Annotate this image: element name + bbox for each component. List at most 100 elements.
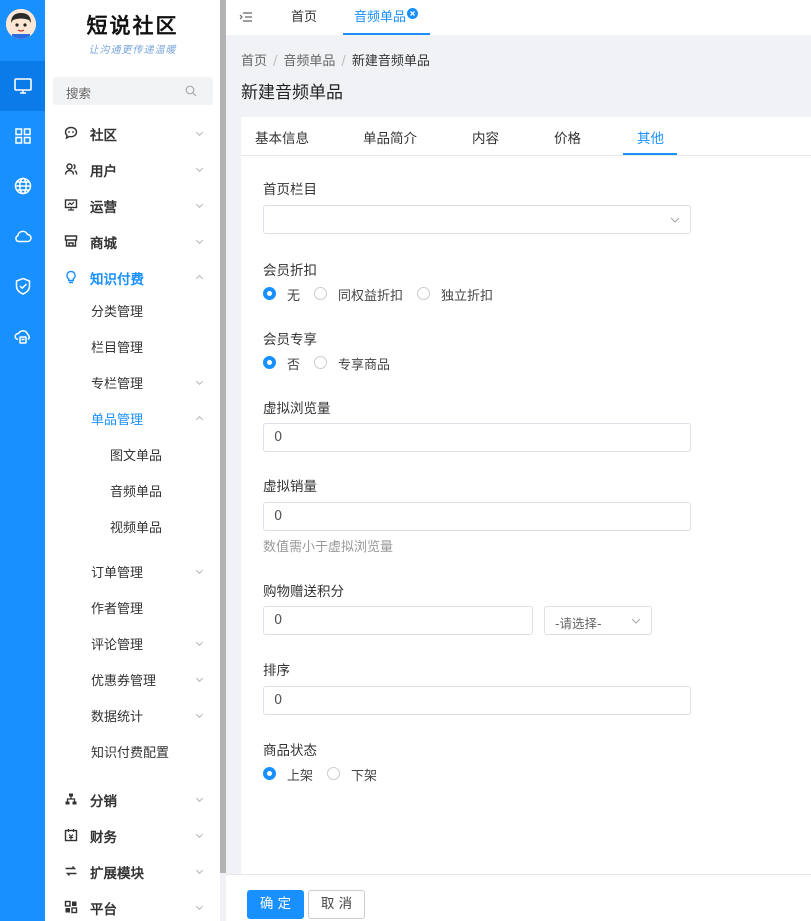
submenu-single-item-label: 单品管理 — [91, 413, 144, 428]
submenu-statistics[interactable]: 数据统计 — [45, 697, 220, 733]
home-column-select[interactable] — [263, 205, 691, 234]
logo-title: 短说社区 — [86, 13, 179, 38]
submenu-audio-item-label: 音频单品 — [110, 485, 163, 500]
chevron-up-icon — [195, 415, 204, 421]
menu-users[interactable]: 用户 — [45, 151, 220, 187]
breadcrumb-home[interactable]: 首页 — [241, 54, 267, 69]
radio-label: 无 — [287, 289, 301, 304]
chevron-down-icon — [195, 380, 204, 386]
submenu-config-label: 知识付费配置 — [91, 746, 170, 761]
chevron-down-icon — [195, 203, 204, 209]
submenu-category[interactable]: 分类管理 — [45, 292, 220, 328]
radio-dot — [314, 356, 327, 369]
points-input[interactable]: 0 — [263, 606, 533, 635]
menu-operations-label: 运营 — [90, 200, 117, 216]
chevron-down-icon — [195, 131, 204, 137]
virtual-views-input[interactable]: 0 — [263, 423, 691, 452]
menu-extensions[interactable]: 扩展模块 — [45, 853, 220, 889]
submenu-coupons[interactable]: 优惠券管理 — [45, 661, 220, 697]
submenu-column-label: 栏目管理 — [91, 341, 144, 356]
submenu-coupons-label: 优惠券管理 — [91, 674, 157, 689]
submenu-column[interactable]: 栏目管理 — [45, 328, 220, 364]
submenu-graphic-item[interactable]: 图文单品 — [45, 436, 220, 472]
monitor-chart-icon — [64, 199, 78, 211]
page-title: 新建音频单品 — [241, 83, 343, 103]
rail-grid-icon[interactable] — [0, 111, 45, 161]
form-tab-intro[interactable]: 单品简介 — [363, 127, 417, 147]
points-type-placeholder: -请选择- — [555, 616, 602, 631]
points-type-select[interactable]: -请选择- — [544, 606, 652, 635]
search-placeholder: 搜索 — [66, 86, 92, 101]
radio-label: 上架 — [287, 769, 314, 784]
submenu-authors-label: 作者管理 — [91, 602, 144, 617]
avatar[interactable] — [6, 9, 36, 39]
virtual-sales-label: 虚拟销量 — [263, 479, 317, 495]
submenu-audio-item[interactable]: 音频单品 — [45, 472, 220, 508]
submenu-single-item[interactable]: 单品管理 — [45, 400, 220, 436]
submenu-comments[interactable]: 评论管理 — [45, 625, 220, 661]
submenu-config[interactable]: 知识付费配置 — [45, 733, 220, 769]
virtual-sales-value: 0 — [274, 509, 283, 524]
submenu-category-label: 分类管理 — [91, 305, 144, 320]
menu-community-label: 社区 — [90, 128, 117, 144]
form-tab-price[interactable]: 价格 — [554, 127, 581, 147]
sidebar: 短说社区 让沟通更传递温暖 搜索 社区 用户 运营 商城 知识付费 分类管理 栏… — [45, 0, 226, 921]
rail-cloud-icon[interactable] — [0, 211, 45, 261]
form-tab-basic[interactable]: 基本信息 — [255, 127, 309, 147]
radio-label: 否 — [287, 358, 301, 373]
logo: 短说社区 让沟通更传递温暖 — [45, 0, 220, 70]
rail-globe-icon[interactable] — [0, 161, 45, 211]
member-exclusive-label: 会员专享 — [263, 332, 317, 348]
tab-audio-item[interactable]: 音频单品 — [343, 0, 430, 35]
menu-finance[interactable]: 财务 — [45, 817, 220, 853]
tab-home[interactable]: 首页 — [288, 0, 328, 35]
hierarchy-icon — [65, 793, 77, 805]
form-tab-other[interactable]: 其他 — [637, 127, 664, 147]
form-tab-content[interactable]: 内容 — [472, 127, 499, 147]
menu-distribution[interactable]: 分销 — [45, 781, 220, 817]
cancel-button[interactable]: 取 消 — [308, 890, 365, 919]
menu-platform[interactable]: 平台 — [45, 889, 220, 921]
menu-operations[interactable]: 运营 — [45, 187, 220, 223]
search-input[interactable]: 搜索 — [53, 77, 213, 105]
chevron-down-icon — [195, 167, 204, 173]
breadcrumb-separator: / — [341, 54, 346, 69]
virtual-views-label: 虚拟浏览量 — [263, 401, 331, 417]
menu-community[interactable]: 社区 — [45, 115, 220, 151]
users-icon — [64, 163, 78, 175]
icon-rail — [0, 0, 45, 921]
submenu-orders-label: 订单管理 — [91, 566, 144, 581]
radio-label: 专享商品 — [338, 358, 391, 373]
sort-input[interactable]: 0 — [263, 686, 691, 715]
tab-home-label: 首页 — [291, 10, 318, 25]
chevron-down-icon — [195, 239, 204, 245]
virtual-views-value: 0 — [274, 430, 283, 445]
submenu-video-item[interactable]: 视频单品 — [45, 508, 220, 544]
virtual-sales-hint: 数值需小于虚拟浏览量 — [263, 540, 394, 555]
form-footer: 确 定 取 消 — [226, 874, 811, 921]
submenu-comments-label: 评论管理 — [91, 638, 144, 653]
menu-mall-label: 商城 — [90, 236, 117, 252]
breadcrumb-parent[interactable]: 音频单品 — [283, 54, 335, 69]
store-icon — [64, 235, 78, 247]
sidebar-scrollbar[interactable] — [220, 0, 226, 873]
rail-monitor-icon[interactable] — [0, 61, 45, 111]
member-discount-label: 会员折扣 — [263, 263, 317, 279]
chevron-down-icon — [195, 677, 204, 683]
chat-icon — [64, 126, 78, 140]
rail-shield-icon[interactable] — [0, 261, 45, 311]
submenu-special-column[interactable]: 专栏管理 — [45, 364, 220, 400]
submenu-orders[interactable]: 订单管理 — [45, 553, 220, 589]
chevron-down-icon — [631, 618, 641, 624]
rail-cloud-server-icon[interactable] — [0, 311, 45, 361]
confirm-button[interactable]: 确 定 — [247, 890, 304, 919]
tab-close-icon[interactable] — [407, 8, 418, 19]
virtual-sales-input[interactable]: 0 — [263, 502, 691, 531]
chevron-down-icon — [195, 869, 204, 875]
menu-fold-icon[interactable] — [239, 10, 253, 24]
breadcrumb-current: 新建音频单品 — [351, 54, 430, 69]
status-label: 商品状态 — [263, 743, 317, 759]
menu-knowledge-pay[interactable]: 知识付费 — [45, 259, 220, 295]
submenu-authors[interactable]: 作者管理 — [45, 589, 220, 625]
menu-mall[interactable]: 商城 — [45, 223, 220, 259]
